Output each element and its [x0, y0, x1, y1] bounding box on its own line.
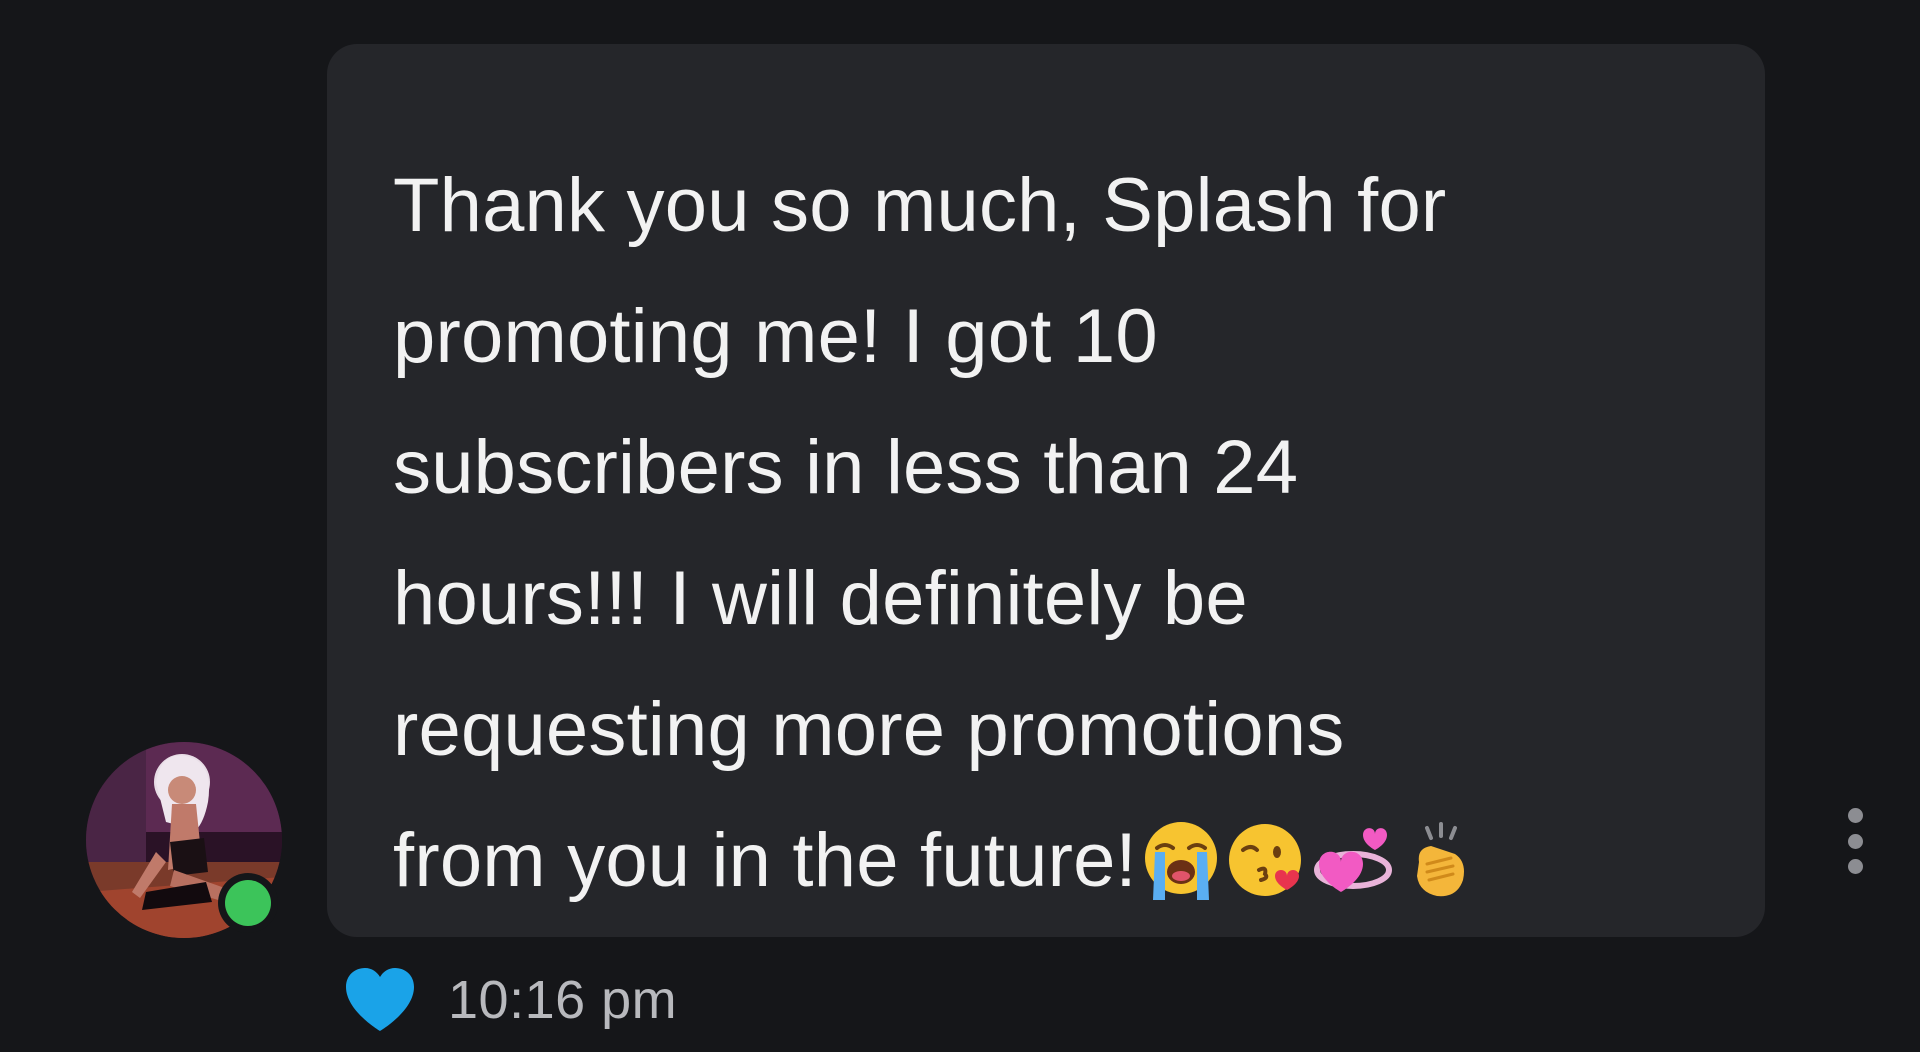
chat-screen: Thank you so much, Splash for promoting …: [0, 0, 1920, 1052]
heart-icon[interactable]: [344, 967, 416, 1033]
more-dot-bottom: [1847, 859, 1863, 874]
emoji-group: [1139, 818, 1481, 902]
loudly-crying-face-icon: [1144, 822, 1217, 900]
revolving-hearts-icon: [1313, 828, 1392, 892]
more-dot-middle: [1847, 833, 1863, 849]
message-text: Thank you so much, Splash for promoting …: [393, 140, 1705, 926]
more-options-icon[interactable]: [1840, 808, 1870, 874]
clapping-hands-icon: [1416, 822, 1464, 897]
message-timestamp: 10:16 pm: [448, 970, 678, 1030]
more-dot-top: [1847, 808, 1863, 823]
message-body: Thank you so much, Splash for promoting …: [393, 163, 1447, 903]
online-status-indicator: [225, 880, 271, 926]
message-meta: 10:16 pm: [344, 960, 677, 1040]
face-blowing-a-kiss-icon: [1228, 824, 1301, 896]
message-bubble[interactable]: Thank you so much, Splash for promoting …: [327, 44, 1765, 937]
